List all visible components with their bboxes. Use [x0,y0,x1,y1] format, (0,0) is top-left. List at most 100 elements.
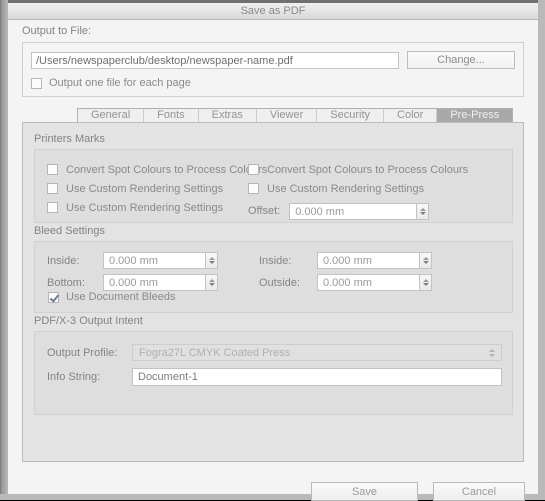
offset-input[interactable]: 0.000 mm [289,202,418,220]
printers-marks-frame: Convert Spot Colours to Process Colours … [34,149,513,223]
output-one-file-row[interactable]: Output one file for each page [31,77,515,89]
pm-right-row-2[interactable]: Use Custom Rendering Settings [248,179,468,198]
chevron-down-icon[interactable] [422,283,429,286]
chevron-down-icon[interactable] [208,283,215,286]
printers-marks-left-column: Convert Spot Colours to Process Colours … [47,160,267,217]
output-profile-row: Output Profile: Fogra27L CMYK Coated Pre… [47,344,502,361]
bleed-bottom-label: Bottom: [47,276,85,289]
offset-row: Offset: 0.000 mm [248,200,468,222]
combo-arrows-icon[interactable] [489,348,497,357]
bleed-outside-spinner[interactable] [420,274,432,291]
use-document-bleeds-checkbox[interactable] [48,291,59,303]
chevron-down-icon[interactable] [422,261,429,264]
chevron-down-icon[interactable] [419,211,426,215]
tab-pre-press[interactable]: Pre-Press [437,109,513,122]
output-one-file-label: Output one file for each page [49,77,191,89]
bleed-settings-frame: Inside: 0.000 mm Bottom: 0.000 mm Inside… [34,241,513,313]
bleed-bottom-stepper[interactable]: 0.000 mm [103,274,218,291]
tab-viewer[interactable]: Viewer [257,109,318,122]
cancel-button[interactable]: Cancel [433,482,525,501]
bleed-inside-left-input[interactable]: 0.000 mm [103,252,206,269]
use-document-bleeds-row[interactable]: Use Document Bleeds [48,291,175,303]
info-string-label: Info String: [47,371,101,383]
bleed-outside-input[interactable]: 0.000 mm [317,274,420,291]
tab-fonts[interactable]: Fonts [144,109,199,122]
bleed-settings-group: Bleed Settings Inside: 0.000 mm Bottom: … [34,225,513,313]
tab-strip: General Fonts Extras Viewer Security Col… [22,108,524,123]
convert-spot-colours-label-right: Convert Spot Colours to Process Colours [267,163,469,176]
output-to-file-box: /Users/newspaperclub/desktop/newspaper-n… [22,42,524,97]
dialog-footer: Save Cancel [22,468,525,501]
printers-marks-group: Printers Marks Convert Spot Colours to P… [34,133,513,223]
pm-right-row-1[interactable]: Convert Spot Colours to Process Colours [248,160,468,179]
bleed-inside-right-label: Inside: [259,254,292,267]
chevron-up-icon[interactable] [422,257,429,260]
chevron-down-icon [489,353,495,357]
chevron-up-icon[interactable] [208,279,215,282]
printers-marks-title: Printers Marks [34,133,105,145]
bleed-inside-left-spinner[interactable] [206,252,218,269]
convert-spot-colours-label-left: Convert Spot Colours to Process Colours [66,163,268,176]
output-one-file-checkbox[interactable] [31,77,42,89]
chevron-up-icon[interactable] [422,279,429,282]
custom-rendering-checkbox-left-2[interactable] [47,202,58,213]
bleed-bottom-spinner[interactable] [206,274,218,291]
custom-rendering-label-left-2: Use Custom Rendering Settings [66,201,224,214]
tab-list: General Fonts Extras Viewer Security Col… [77,108,514,123]
bleed-inside-left-stepper[interactable]: 0.000 mm [103,252,218,269]
offset-label: Offset: [248,205,281,217]
pm-left-row-2[interactable]: Use Custom Rendering Settings [47,179,267,198]
tab-color[interactable]: Color [384,109,438,122]
bleed-right-column: Inside: 0.000 mm Outside: 0.000 mm [259,252,432,291]
convert-spot-colours-checkbox-left[interactable] [47,164,58,175]
custom-rendering-checkbox-left-1[interactable] [47,183,58,194]
dialog-body: Output to File: /Users/newspaperclub/des… [8,20,538,501]
bleed-inside-right-input[interactable]: 0.000 mm [317,252,420,269]
custom-rendering-checkbox-right[interactable] [248,183,259,194]
info-string-input[interactable]: Document-1 [132,368,502,386]
change-button[interactable]: Change... [407,51,515,69]
bleed-inside-left-row: Inside: 0.000 mm [47,252,218,269]
bleed-outside-stepper[interactable]: 0.000 mm [317,274,432,291]
bleed-inside-right-row: Inside: 0.000 mm [259,252,432,269]
bleed-outside-label: Outside: [259,276,300,289]
tab-security[interactable]: Security [317,109,385,122]
info-string-row: Info String: Document-1 [47,368,502,386]
bleed-left-column: Inside: 0.000 mm Bottom: 0.000 mm [47,252,218,291]
output-profile-value: Fogra27L CMYK Coated Press [139,346,291,359]
bleed-inside-right-spinner[interactable] [420,252,432,269]
chevron-up-icon [489,348,495,352]
save-as-pdf-dialog: Save as PDF Output to File: /Users/newsp… [0,0,545,501]
bleed-inside-right-stepper[interactable]: 0.000 mm [317,252,432,269]
custom-rendering-label-right: Use Custom Rendering Settings [267,182,425,195]
output-path-input[interactable]: /Users/newspaperclub/desktop/newspaper-n… [31,51,399,69]
bleed-settings-title: Bleed Settings [34,225,105,237]
custom-rendering-label-left-1: Use Custom Rendering Settings [66,182,224,195]
chevron-up-icon[interactable] [208,257,215,260]
tab-extras[interactable]: Extras [199,109,257,122]
chevron-down-icon[interactable] [208,261,215,264]
window-frame-left [0,0,8,500]
title-bar[interactable]: Save as PDF [8,3,538,20]
output-intent-frame: Output Profile: Fogra27L CMYK Coated Pre… [34,331,513,415]
bleed-bottom-input[interactable]: 0.000 mm [103,274,206,291]
output-to-file-section: Output to File: /Users/newspaperclub/des… [22,25,524,97]
pm-left-row-1[interactable]: Convert Spot Colours to Process Colours [47,160,267,179]
output-path-row: /Users/newspaperclub/desktop/newspaper-n… [31,51,515,69]
save-button[interactable]: Save [311,482,418,501]
window-frame-right [538,0,545,500]
offset-spinner-buttons[interactable] [417,202,430,220]
chevron-up-icon[interactable] [419,207,426,211]
bleed-inside-left-label: Inside: [47,254,80,267]
offset-stepper[interactable]: 0.000 mm [289,202,430,220]
output-profile-select[interactable]: Fogra27L CMYK Coated Press [132,344,502,361]
printers-marks-right-column: Convert Spot Colours to Process Colours … [248,160,468,222]
output-to-file-label: Output to File: [22,25,92,37]
tab-general[interactable]: General [78,109,145,122]
pm-left-row-3[interactable]: Use Custom Rendering Settings [47,198,267,217]
output-profile-label: Output Profile: [47,346,118,359]
pre-press-panel: Printers Marks Convert Spot Colours to P… [22,122,524,462]
output-intent-title: PDF/X-3 Output Intent [34,315,143,327]
convert-spot-colours-checkbox-right[interactable] [248,164,259,175]
bleed-outside-row: Outside: 0.000 mm [259,274,432,291]
